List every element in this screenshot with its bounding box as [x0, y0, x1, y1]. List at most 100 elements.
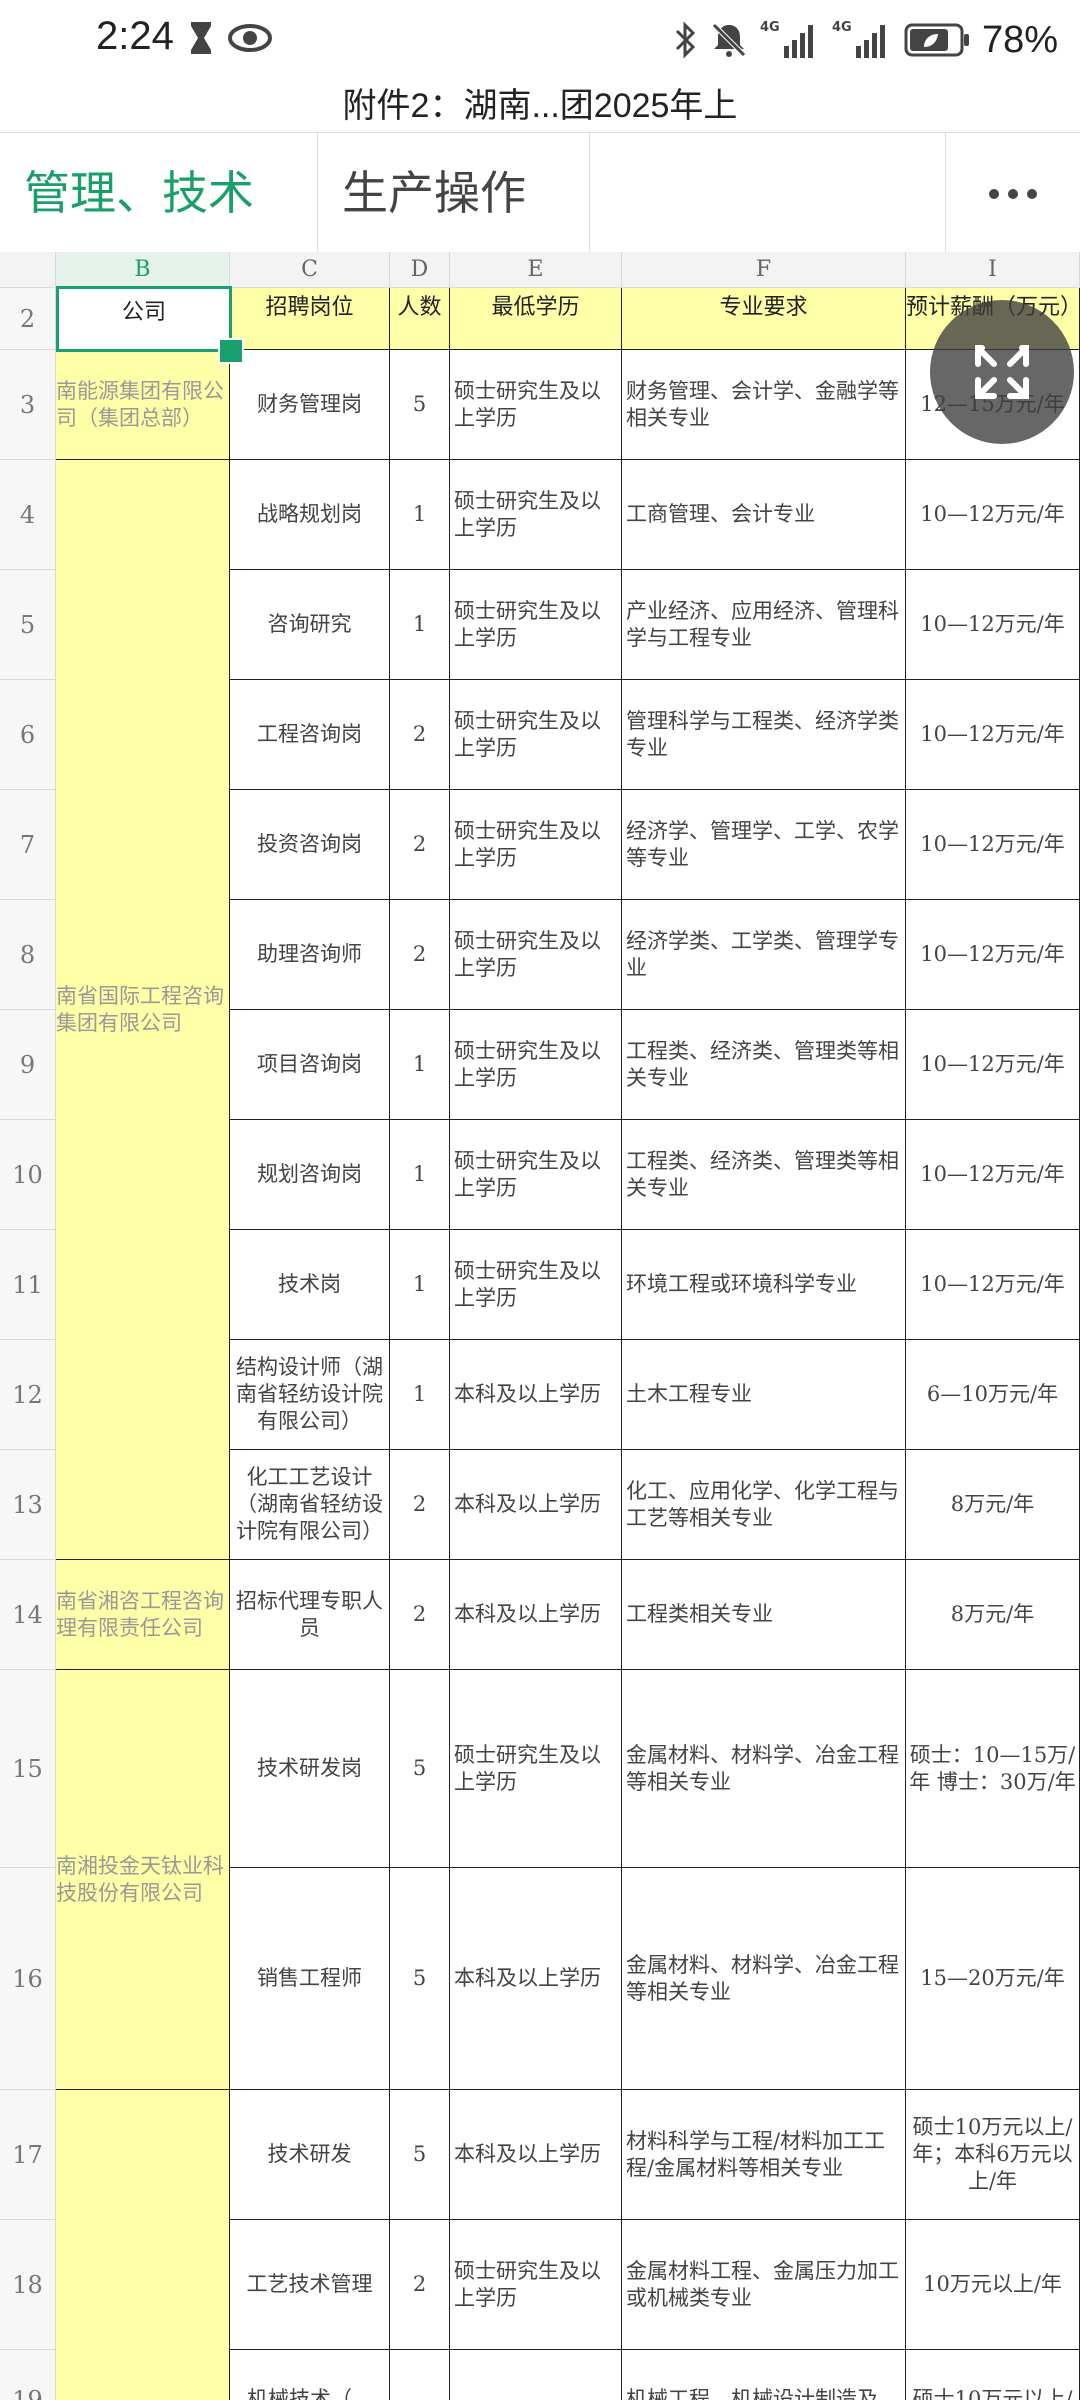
cell-count[interactable]: 1	[390, 1010, 450, 1120]
column-header-e[interactable]: E	[450, 252, 622, 288]
cell-position[interactable]: 技术岗	[230, 1230, 390, 1340]
cell-salary[interactable]: 8万元/年	[906, 1450, 1080, 1560]
cell-count[interactable]: 2	[390, 1450, 450, 1560]
cell-education[interactable]: 本科及以上学历	[450, 1868, 622, 2090]
cell-count[interactable]: 2	[390, 790, 450, 900]
cell-education[interactable]: 硕士研究生及以上学历	[450, 1230, 622, 1340]
cell-count[interactable]: 1	[390, 570, 450, 680]
cell-education[interactable]: 本科及以上学历	[450, 1560, 622, 1670]
cell-position[interactable]: 技术研发岗	[230, 1670, 390, 1868]
selection-drag-handle[interactable]	[218, 338, 244, 364]
cell-position[interactable]: 助理咨询师	[230, 900, 390, 1010]
cell-major[interactable]: 化工、应用化学、化学工程与工艺等相关专业	[622, 1450, 906, 1560]
cell-salary[interactable]: 10—12万元/年	[906, 790, 1080, 900]
row-header[interactable]: 5	[0, 570, 56, 680]
cell-major[interactable]: 材料科学与工程/材料加工工程/金属材料等相关专业	[622, 2090, 906, 2220]
cell-count[interactable]: 2	[390, 2220, 450, 2350]
cell-count[interactable]: 2	[390, 680, 450, 790]
cell-major[interactable]: 财务管理、会计学、金融学等相关专业	[622, 350, 906, 460]
cell-education[interactable]: 本科及以上学历	[450, 1450, 622, 1560]
cell-education[interactable]: 本科及以上学历	[450, 1340, 622, 1450]
column-header-i[interactable]: I	[906, 252, 1080, 288]
column-header-f[interactable]: F	[622, 252, 906, 288]
tab-management-technical[interactable]: 管理、技术类	[0, 133, 318, 339]
cell-position[interactable]: 销售工程师	[230, 1868, 390, 2090]
cell-major[interactable]: 机械工程、机械设计制造及	[622, 2350, 906, 2400]
cell-count[interactable]: 1	[390, 1230, 450, 1340]
cell-education[interactable]: 硕士研究生及以上学历	[450, 2220, 622, 2350]
merged-company-cell[interactable]: 南省国际工程咨询集团有限公司	[56, 460, 230, 1560]
row-header[interactable]: 13	[0, 1450, 56, 1560]
row-header[interactable]: 11	[0, 1230, 56, 1340]
cell-count[interactable]: 5	[390, 2090, 450, 2220]
row-header[interactable]: 14	[0, 1560, 56, 1670]
header-cell-count[interactable]: 人数	[390, 288, 450, 350]
cell-major[interactable]: 经济学类、工学类、管理学专业	[622, 900, 906, 1010]
cell-salary[interactable]: 10—12万元/年	[906, 1120, 1080, 1230]
cell-education[interactable]: 硕士研究生及以上学历	[450, 680, 622, 790]
cell-salary[interactable]: 8万元/年	[906, 1560, 1080, 1670]
cell-position[interactable]: 项目咨询岗	[230, 1010, 390, 1120]
cell-count[interactable]: 1	[390, 460, 450, 570]
cell-major[interactable]: 经济学、管理学、工学、农学等专业	[622, 790, 906, 900]
cell-salary[interactable]: 10—12万元/年	[906, 900, 1080, 1010]
cell-education[interactable]: 硕士研究生及以上学历	[450, 900, 622, 1010]
cell-count[interactable]: 2	[390, 900, 450, 1010]
cell-major[interactable]: 工程类相关专业	[622, 1560, 906, 1670]
row-header[interactable]: 4	[0, 460, 56, 570]
spreadsheet-grid[interactable]: BCDEFI2公司招聘岗位人数最低学历专业要求预计薪酬（万元）3财务管理岗5硕士…	[0, 252, 1080, 2400]
cell-position[interactable]: 技术研发	[230, 2090, 390, 2220]
cell-education[interactable]: 硕士研究生及以上学历	[450, 570, 622, 680]
cell-education[interactable]: 硕士研究生及以上学历	[450, 1120, 622, 1230]
cell-major[interactable]: 管理科学与工程类、经济学类专业	[622, 680, 906, 790]
cell-count[interactable]: 5	[390, 350, 450, 460]
cell-salary[interactable]: 硕士：10—15万/年 博士：30万/年	[906, 1670, 1080, 1868]
cell-major[interactable]: 工商管理、会计专业	[622, 460, 906, 570]
fullscreen-button[interactable]	[930, 300, 1074, 444]
row-header[interactable]: 15	[0, 1670, 56, 1868]
cell-count[interactable]: 5	[390, 1868, 450, 2090]
cell-salary[interactable]: 10—12万元/年	[906, 680, 1080, 790]
cell-position[interactable]: 工艺技术管理	[230, 2220, 390, 2350]
row-header[interactable]: 3	[0, 350, 56, 460]
cell-count[interactable]: 1	[390, 1340, 450, 1450]
selected-cell-b2[interactable]: 公司	[56, 286, 232, 352]
cell-position[interactable]: 咨询研究	[230, 570, 390, 680]
cell-education[interactable]: 硕士研究生及以上学历	[450, 460, 622, 570]
merged-company-cell[interactable]	[56, 2090, 230, 2400]
document-title[interactable]: 附件2：湖南...团2025年上	[0, 80, 1080, 132]
cell-major[interactable]: 工程类、经济类、管理类等相关专业	[622, 1010, 906, 1120]
row-header[interactable]: 17	[0, 2090, 56, 2220]
tab-production-operation[interactable]: 生产操作岗	[318, 133, 590, 339]
cell-position[interactable]: 机械技术（...	[230, 2350, 390, 2400]
cell-count[interactable]: 2	[390, 1560, 450, 1670]
cell-education[interactable]: 硕士研究生及以上学历	[450, 790, 622, 900]
header-cell-position[interactable]: 招聘岗位	[230, 288, 390, 350]
cell-major[interactable]: 产业经济、应用经济、管理科学与工程专业	[622, 570, 906, 680]
cell-education[interactable]: 本科及以上学历	[450, 2090, 622, 2220]
cell-position[interactable]: 财务管理岗	[230, 350, 390, 460]
merged-company-cell[interactable]: 南能源集团有限公司（集团总部）	[56, 350, 230, 460]
cell-salary[interactable]: 10—12万元/年	[906, 1010, 1080, 1120]
column-header-c[interactable]: C	[230, 252, 390, 288]
cell-salary[interactable]: 6—10万元/年	[906, 1340, 1080, 1450]
corner-cell[interactable]	[0, 252, 56, 288]
cell-major[interactable]: 金属材料、材料学、冶金工程等相关专业	[622, 1670, 906, 1868]
row-header[interactable]: 6	[0, 680, 56, 790]
cell-position[interactable]: 结构设计师（湖南省轻纺设计院有限公司）	[230, 1340, 390, 1450]
cell-count[interactable]	[390, 2350, 450, 2400]
row-header[interactable]: 10	[0, 1120, 56, 1230]
cell-major[interactable]: 工程类、经济类、管理类等相关专业	[622, 1120, 906, 1230]
row-header[interactable]: 19	[0, 2350, 56, 2400]
cell-education[interactable]: 硕士研究生及以上学历	[450, 1010, 622, 1120]
cell-major[interactable]: 土木工程专业	[622, 1340, 906, 1450]
cell-salary[interactable]: 15—20万元/年	[906, 1868, 1080, 2090]
row-header[interactable]: 9	[0, 1010, 56, 1120]
merged-company-cell[interactable]: 南湘投金天钛业科技股份有限公司	[56, 1670, 230, 2090]
cell-position[interactable]: 战略规划岗	[230, 460, 390, 570]
cell-salary[interactable]: 硕士10万元以上/年；本科6万元以上/年	[906, 2090, 1080, 2220]
cell-count[interactable]: 1	[390, 1120, 450, 1230]
cell-education[interactable]	[450, 2350, 622, 2400]
cell-salary[interactable]: 10—12万元/年	[906, 460, 1080, 570]
cell-major[interactable]: 环境工程或环境科学专业	[622, 1230, 906, 1340]
